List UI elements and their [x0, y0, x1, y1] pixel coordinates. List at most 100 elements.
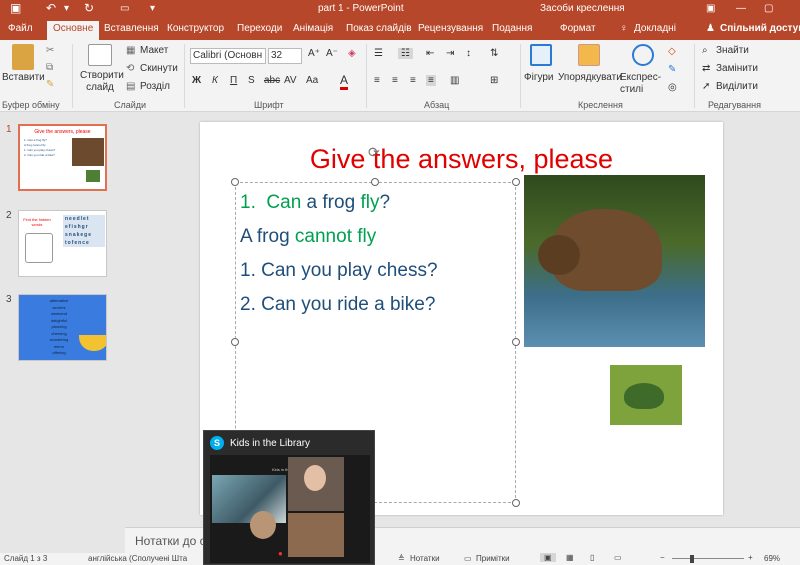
- reset-button[interactable]: Скинути: [140, 63, 178, 74]
- italic-icon[interactable]: К: [212, 75, 218, 86]
- resize-handle[interactable]: [512, 338, 520, 346]
- shapes-icon[interactable]: [530, 44, 552, 66]
- user-icon[interactable]: ♟: [706, 23, 715, 34]
- font-name-select[interactable]: Calibri (Основн: [190, 48, 266, 64]
- new-slide-button[interactable]: Створити слайд: [80, 70, 124, 94]
- tab-animations[interactable]: Анімація: [293, 23, 333, 34]
- undo-dropdown-icon[interactable]: ▾: [64, 3, 69, 14]
- find-button[interactable]: Знайти: [716, 45, 749, 56]
- numbering-icon[interactable]: ☷: [398, 48, 413, 59]
- zoom-in-icon[interactable]: +: [748, 553, 753, 562]
- tab-home[interactable]: Основне: [47, 21, 100, 40]
- comments-icon[interactable]: ▭: [464, 554, 472, 563]
- layout-button[interactable]: Макет: [140, 45, 168, 56]
- change-case-icon[interactable]: Aa: [306, 75, 318, 86]
- paste-button[interactable]: Вставити: [2, 72, 45, 83]
- slideshow-view-icon[interactable]: ▭: [614, 553, 622, 562]
- resize-handle[interactable]: [231, 338, 239, 346]
- align-right-icon[interactable]: ≡: [410, 75, 416, 86]
- shape-effects-icon[interactable]: ◎: [668, 82, 677, 93]
- redo-icon[interactable]: ↻: [84, 1, 94, 15]
- call-preview[interactable]: Kids in the Library ●: [210, 455, 370, 563]
- slide-thumb-3[interactable]: alternative worries weekend delightful p…: [18, 294, 107, 361]
- resize-handle[interactable]: [512, 499, 520, 507]
- tell-me-label[interactable]: Докладні: [634, 23, 676, 34]
- shape-fill-icon[interactable]: ◇: [668, 46, 676, 57]
- notes-placeholder[interactable]: Нотатки до с: [135, 534, 206, 548]
- replace-button[interactable]: Замінити: [716, 63, 758, 74]
- tab-file[interactable]: Файл: [8, 23, 33, 34]
- arrange-button[interactable]: Упорядкувати: [558, 72, 622, 83]
- decrease-font-icon[interactable]: A⁻: [326, 48, 338, 59]
- underline-icon[interactable]: П: [230, 75, 237, 86]
- undo-icon[interactable]: ↶: [46, 1, 56, 15]
- rotate-handle-icon[interactable]: ⟳: [368, 144, 380, 161]
- save-icon[interactable]: ▣: [10, 1, 21, 15]
- align-center-icon[interactable]: ≡: [392, 75, 398, 86]
- bear-photo[interactable]: [524, 175, 705, 347]
- clear-format-icon[interactable]: ◈: [348, 48, 356, 59]
- columns-icon[interactable]: ▥: [450, 75, 459, 86]
- tab-slideshow[interactable]: Показ слайдів: [346, 23, 412, 34]
- comments-toggle[interactable]: Примітки: [476, 554, 510, 563]
- increase-indent-icon[interactable]: ⇥: [446, 48, 454, 59]
- tab-view[interactable]: Подання: [492, 23, 532, 34]
- arrange-icon[interactable]: [578, 44, 600, 66]
- bold-icon[interactable]: Ж: [192, 75, 201, 86]
- copy-icon[interactable]: ⧉: [46, 62, 53, 73]
- align-left-icon[interactable]: ≡: [374, 75, 380, 86]
- present-icon[interactable]: ▭: [120, 3, 129, 14]
- zoom-level[interactable]: 69%: [764, 554, 780, 563]
- quick-styles-icon[interactable]: [632, 44, 654, 66]
- slide-title[interactable]: Give the answers, please: [200, 144, 723, 175]
- quick-styles-button[interactable]: Експрес-стилі: [620, 72, 664, 96]
- font-color-icon[interactable]: A: [340, 73, 349, 90]
- resize-handle[interactable]: [512, 178, 520, 186]
- bullets-icon[interactable]: ☰: [374, 48, 383, 59]
- format-painter-icon[interactable]: ✎: [46, 79, 54, 90]
- video-call-popup[interactable]: S Kids in the Library Kids in the Librar…: [203, 430, 375, 565]
- new-slide-icon[interactable]: [88, 44, 112, 66]
- end-call-icon[interactable]: ●: [278, 549, 283, 558]
- cut-icon[interactable]: ✂: [46, 45, 54, 56]
- decrease-indent-icon[interactable]: ⇤: [426, 48, 434, 59]
- minimize-icon[interactable]: —: [736, 3, 746, 14]
- restore-icon[interactable]: ▢: [764, 3, 773, 14]
- slide-thumb-1[interactable]: Give the answers, please 1. Can a frog f…: [18, 124, 107, 191]
- sorter-view-icon[interactable]: ▦: [566, 553, 574, 562]
- increase-font-icon[interactable]: A⁺: [308, 48, 320, 59]
- smartart-icon[interactable]: ⊞: [490, 75, 498, 86]
- notes-toggle-icon[interactable]: ≜: [398, 554, 405, 563]
- customize-toolbar-icon[interactable]: ▾: [150, 3, 155, 14]
- zoom-out-icon[interactable]: −: [660, 553, 665, 562]
- reading-view-icon[interactable]: ▯: [590, 553, 594, 562]
- tab-design[interactable]: Конструктор: [167, 23, 224, 34]
- line-spacing-icon[interactable]: ↕: [466, 48, 471, 59]
- zoom-slider[interactable]: [672, 558, 744, 559]
- shape-outline-icon[interactable]: ✎: [668, 64, 676, 75]
- resize-handle[interactable]: [231, 178, 239, 186]
- tell-me-icon[interactable]: ♀: [620, 23, 628, 34]
- char-spacing-icon[interactable]: AV: [284, 75, 297, 86]
- slide-thumb-2[interactable]: Find the hidden words needlet efishgr sn…: [18, 210, 107, 277]
- resize-handle[interactable]: [371, 178, 379, 186]
- normal-view-icon[interactable]: ▣: [540, 553, 556, 562]
- tab-transitions[interactable]: Переходи: [237, 23, 282, 34]
- paste-icon[interactable]: [12, 44, 34, 70]
- section-button[interactable]: Розділ: [140, 81, 170, 92]
- share-button[interactable]: Спільний доступ: [720, 23, 800, 34]
- notes-toggle[interactable]: Нотатки: [410, 554, 440, 563]
- strikethrough-icon[interactable]: abc: [264, 75, 280, 86]
- justify-icon[interactable]: ≡: [426, 75, 436, 86]
- font-size-select[interactable]: 32: [268, 48, 302, 64]
- language-indicator[interactable]: англійська (Сполучені Шта: [88, 554, 187, 563]
- select-button[interactable]: Виділити: [716, 81, 758, 92]
- shadow-icon[interactable]: S: [248, 75, 255, 86]
- tab-format[interactable]: Формат: [560, 23, 596, 34]
- tab-insert[interactable]: Вставлення: [104, 23, 159, 34]
- frog-photo[interactable]: [610, 365, 682, 425]
- shapes-button[interactable]: Фігури: [524, 72, 554, 83]
- text-direction-icon[interactable]: ⇅: [490, 48, 498, 59]
- tab-review[interactable]: Рецензування: [418, 23, 483, 34]
- zoom-thumb[interactable]: [690, 555, 694, 563]
